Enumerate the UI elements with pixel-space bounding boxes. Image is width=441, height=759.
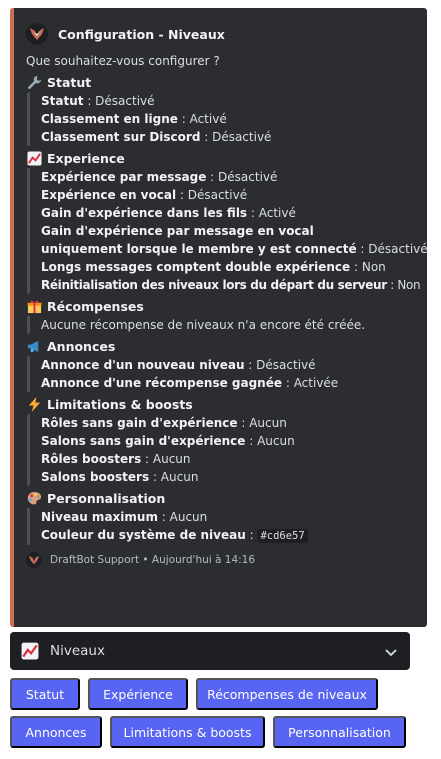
- wrench-icon: [26, 74, 42, 90]
- embed-description: Que souhaitez-vous configurer ?: [26, 54, 220, 68]
- field-quote: Expérience par message : Désactivé Expér…: [27, 168, 428, 294]
- chart-increasing-icon: [26, 150, 42, 166]
- field-line: Classement sur Discord : Désactivé: [41, 130, 272, 144]
- embed-author-name: Configuration - Niveaux: [58, 26, 225, 42]
- embed-footer: DraftBot Support • Aujourd'hui à 14:16: [26, 551, 415, 569]
- embed-card: Configuration - Niveaux Que souhaitez-vo…: [10, 8, 428, 627]
- field-line: Salons boosters : Aucun: [41, 470, 199, 484]
- field-personnalisation: Personnalisation Niveau maximum : Aucun …: [26, 489, 415, 545]
- field-line: Gain d'expérience dans les fils : Activé: [41, 206, 296, 220]
- chevron-down-icon: [384, 644, 398, 658]
- personnalisation-button[interactable]: Personnalisation: [273, 716, 406, 748]
- field-line: Gain d'expérience par message en vocal: [41, 224, 314, 238]
- field-line: Salons sans gain d'expérience : Aucun: [41, 434, 295, 448]
- category-select-menu[interactable]: Niveaux: [10, 632, 410, 670]
- footer-text: DraftBot Support • Aujourd'hui à 14:16: [50, 554, 256, 566]
- draftbot-logo-icon: [26, 23, 48, 45]
- field-title: Limitations & boosts: [47, 396, 193, 412]
- experience-button[interactable]: Expérience: [88, 678, 188, 710]
- palette-icon: [26, 490, 42, 506]
- field-line: Aucune récompense de niveaux n'a encore …: [41, 318, 366, 332]
- statut-button[interactable]: Statut: [10, 678, 80, 710]
- field-quote: Aucune récompense de niveaux n'a encore …: [27, 316, 415, 334]
- field-title: Récompenses: [47, 298, 144, 314]
- field-title: Personnalisation: [47, 490, 166, 506]
- field-line: Rôles boosters : Aucun: [41, 452, 191, 466]
- embed-author: Configuration - Niveaux: [26, 22, 415, 46]
- chart-increasing-icon: [20, 641, 40, 661]
- field-line: Classement en ligne : Activé: [41, 112, 227, 126]
- field-recompenses: Récompenses Aucune récompense de niveaux…: [26, 297, 415, 334]
- field-line: Annonce d'une récompense gagnée : Activé…: [41, 376, 339, 390]
- megaphone-icon: [26, 338, 42, 354]
- field-quote: Statut : Désactivé Classement en ligne :…: [27, 92, 415, 146]
- field-statut: Statut Statut : Désactivé Classement en …: [26, 73, 415, 146]
- limitations-boosts-button[interactable]: Limitations & boosts: [110, 716, 265, 748]
- field-title: Annonces: [47, 338, 116, 354]
- recompenses-button[interactable]: Récompenses de niveaux: [196, 678, 378, 710]
- field-title: Experience: [47, 150, 125, 166]
- field-line: Statut : Désactivé: [41, 94, 155, 108]
- annonces-button[interactable]: Annonces: [10, 716, 102, 748]
- field-quote: Niveau maximum : Aucun Couleur du systèm…: [27, 508, 415, 545]
- draftbot-logo-icon: [26, 552, 42, 568]
- field-limitations: Limitations & boosts Rôles sans gain d'e…: [26, 395, 415, 486]
- field-experience: Experience Expérience par message : Désa…: [26, 149, 428, 294]
- field-quote: Annonce d'un nouveau niveau : Désactivé …: [27, 356, 415, 392]
- gift-icon: [26, 298, 42, 314]
- select-value: Niveaux: [50, 643, 105, 659]
- field-line: Expérience par message : Désactivé: [41, 170, 278, 184]
- field-line: uniquement lorsque le membre y est conne…: [41, 242, 428, 256]
- field-annonces: Annonces Annonce d'un nouveau niveau : D…: [26, 337, 415, 392]
- field-line: Expérience en vocal : Désactivé: [41, 188, 248, 202]
- lightning-icon: [26, 396, 42, 412]
- field-line: Longs messages comptent double expérienc…: [41, 260, 386, 274]
- field-title: Statut: [47, 74, 92, 90]
- field-line: Annonce d'un nouveau niveau : Désactivé: [41, 358, 316, 372]
- field-line: Rôles sans gain d'expérience : Aucun: [41, 416, 287, 430]
- field-line: Couleur du système de niveau : #cd6e57: [41, 526, 415, 545]
- field-quote: Rôles sans gain d'expérience : Aucun Sal…: [27, 414, 415, 486]
- field-line: Niveau maximum : Aucun: [41, 510, 208, 524]
- field-line: Réinitialisation des niveaux lors du dép…: [41, 278, 421, 292]
- color-code: #cd6e57: [257, 529, 308, 543]
